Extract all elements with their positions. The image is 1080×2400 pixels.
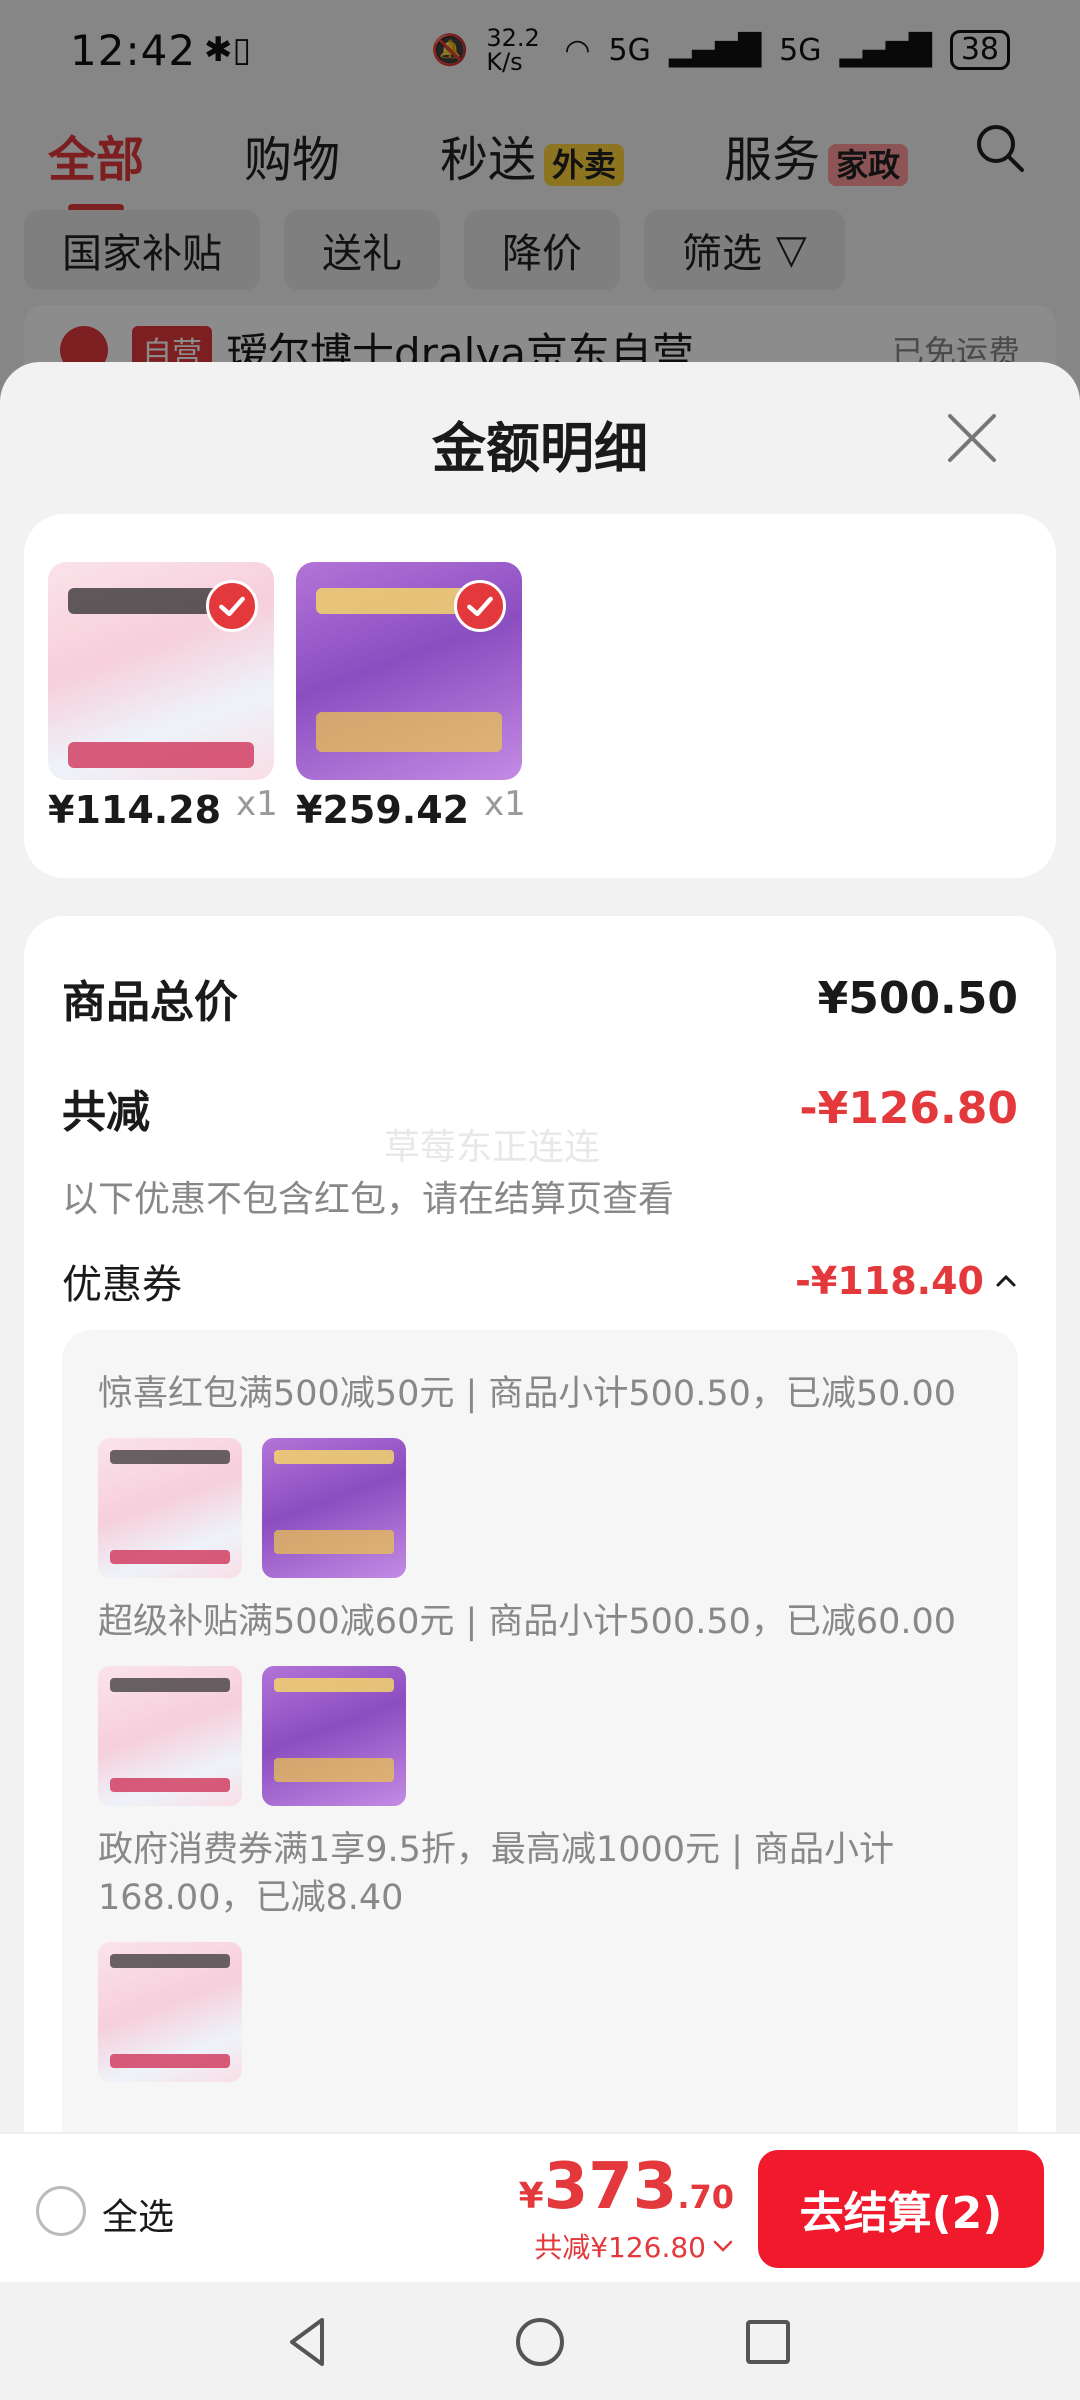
- home-icon[interactable]: [510, 2312, 570, 2372]
- checkmark-icon[interactable]: [206, 580, 258, 632]
- discount-value: -¥126.80: [799, 1082, 1018, 1134]
- currency-symbol: ¥: [518, 2176, 544, 2217]
- coupon-details-box: 惊喜红包满500减50元 | 商品小计500.50，已减50.00 超级补贴满5…: [62, 1330, 1018, 2130]
- chevron-up-icon[interactable]: [994, 1273, 1018, 1289]
- coupon-value-wrap: -¥118.40: [795, 1259, 1018, 1303]
- coupon-row[interactable]: 优惠券 -¥118.40: [62, 1252, 1018, 1310]
- product-image: [296, 562, 522, 780]
- coupon-product-thumb: [262, 1666, 406, 1806]
- selected-products: ¥114.28 x1 ¥259.42 x1: [24, 514, 1056, 878]
- product-qty: x1: [236, 784, 278, 824]
- select-all-label[interactable]: 全选: [102, 2188, 174, 2240]
- discount-label: 共减: [62, 1087, 150, 1138]
- recents-icon[interactable]: [738, 2312, 798, 2372]
- product-item[interactable]: ¥114.28 x1: [48, 562, 278, 832]
- total-price-label: 商品总价: [62, 977, 238, 1028]
- chevron-down-icon: [713, 2240, 733, 2252]
- total-price-row: 商品总价 ¥500.50: [62, 966, 1018, 1030]
- coupon-line: 惊喜红包满500减50元 | 商品小计500.50，已减50.00: [98, 1374, 957, 1414]
- close-icon[interactable]: [944, 410, 1000, 466]
- total-amount: ¥ 373 .70: [519, 2150, 734, 2224]
- product-qty: x1: [484, 784, 526, 824]
- coupon-product-thumb: [98, 1942, 242, 2082]
- product-price: ¥259.42: [296, 788, 470, 832]
- coupon-line: 政府消费券满1享9.5折，最高减1000元 | 商品小计168.00，已减8.4…: [98, 1830, 895, 1918]
- checkout-bar: 全选 ¥ 373 .70 共减¥126.80 去结算(2): [0, 2132, 1080, 2282]
- coupon-line: 超级补贴满500减60元 | 商品小计500.50，已减60.00: [98, 1602, 957, 1642]
- coupon-label: 优惠券: [62, 1262, 182, 1308]
- savings-toggle[interactable]: 共减¥126.80: [534, 2226, 734, 2266]
- system-nav-bar: [0, 2282, 1080, 2400]
- checkmark-icon[interactable]: [454, 580, 506, 632]
- select-all-radio[interactable]: [36, 2186, 86, 2236]
- savings-text: 共减¥126.80: [534, 2231, 706, 2264]
- total-price-value: ¥500.50: [817, 972, 1018, 1024]
- product-image: [48, 562, 274, 780]
- watermark-text: 草莓东正连连: [384, 1127, 601, 1168]
- product-price: ¥114.28: [48, 788, 222, 832]
- back-icon[interactable]: [278, 2312, 338, 2372]
- coupon-value: -¥118.40: [795, 1259, 984, 1303]
- sheet-title: 金额明细: [432, 417, 648, 480]
- coupon-product-thumb: [262, 1438, 406, 1578]
- total-integer: 373: [543, 2150, 678, 2224]
- total-decimal: .70: [677, 2178, 734, 2216]
- checkout-button[interactable]: 去结算(2): [758, 2150, 1044, 2268]
- product-item[interactable]: ¥259.42 x1: [296, 562, 526, 832]
- discount-note: 以下优惠不包含红包，请在结算页查看: [62, 1179, 675, 1220]
- coupon-product-thumb: [98, 1438, 242, 1578]
- coupon-product-thumb: [98, 1666, 242, 1806]
